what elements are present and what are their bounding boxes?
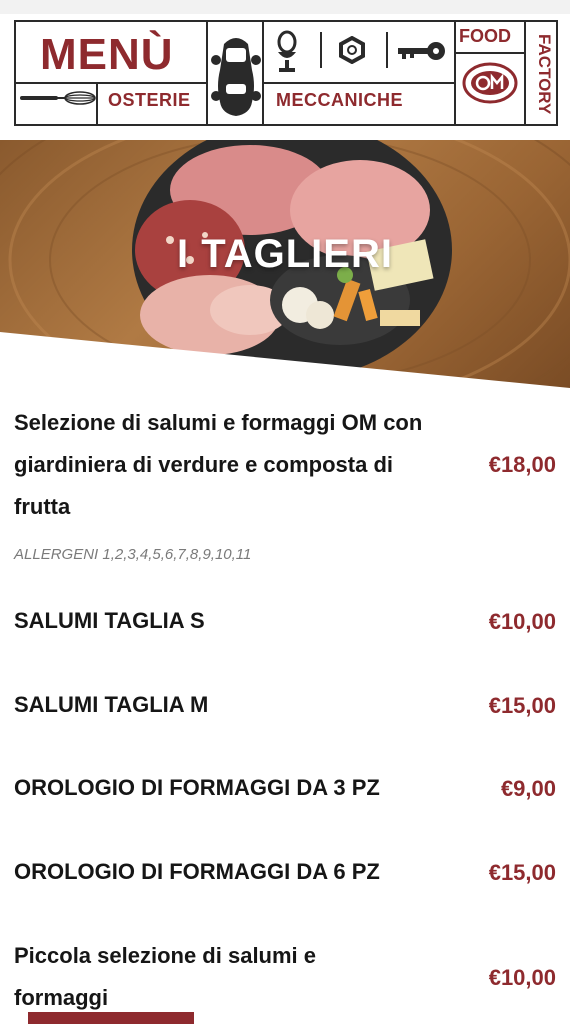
- item-name: Selezione di salumi e formaggi OM con gi…: [14, 410, 423, 519]
- osterie-label: OSTERIE: [108, 90, 191, 110]
- nut-icon: [339, 36, 365, 64]
- item-price: €15,00: [488, 693, 556, 718]
- key-icon: [398, 42, 445, 60]
- menu-item: Selezione di salumi e formaggi OM con gi…: [14, 402, 556, 528]
- item-name: SALUMI TAGLIA S: [14, 608, 205, 633]
- hero-banner: I TAGLIERI: [0, 140, 570, 388]
- status-bar-strip: [0, 0, 570, 14]
- food-label: FOOD: [459, 26, 511, 46]
- item-name: SALUMI TAGLIA M: [14, 692, 209, 717]
- menu-item: Piccola selezione di salumi e formaggi €…: [14, 935, 556, 1019]
- menu-item: OROLOGIO DI FORMAGGI DA 6 PZ €15,00: [14, 851, 556, 893]
- menu-item: OROLOGIO DI FORMAGGI DA 3 PZ €9,00: [14, 767, 556, 809]
- item-name: OROLOGIO DI FORMAGGI DA 6 PZ: [14, 859, 380, 884]
- bottom-action-button[interactable]: [28, 1012, 194, 1024]
- egg-cup-icon: [277, 30, 297, 72]
- section-title: I TAGLIERI: [177, 232, 393, 276]
- car-icon: [211, 38, 261, 116]
- item-price: €18,00: [488, 452, 556, 477]
- menu-title: MENÙ: [40, 30, 174, 79]
- item-price: €10,00: [488, 965, 556, 990]
- allergens-note: ALLERGENI 1,2,3,4,5,6,7,8,9,10,11: [14, 546, 252, 563]
- factory-label: FACTORY: [535, 33, 554, 115]
- item-name: OROLOGIO DI FORMAGGI DA 3 PZ: [14, 775, 380, 800]
- om-logo-icon: [462, 62, 518, 104]
- item-price: €10,00: [488, 609, 556, 634]
- item-price: €9,00: [500, 776, 556, 801]
- meccaniche-label: MECCANICHE: [276, 90, 404, 110]
- menu-item: SALUMI TAGLIA M €15,00: [14, 684, 556, 726]
- item-name: Piccola selezione di salumi e formaggi: [14, 943, 317, 1010]
- whisk-icon: [20, 91, 96, 105]
- menu-item: SALUMI TAGLIA S €10,00: [14, 600, 556, 642]
- item-price: €15,00: [488, 860, 556, 885]
- restaurant-logo-header: MENÙ OSTERIE MECCANICHE FOOD FACTORY: [14, 20, 558, 126]
